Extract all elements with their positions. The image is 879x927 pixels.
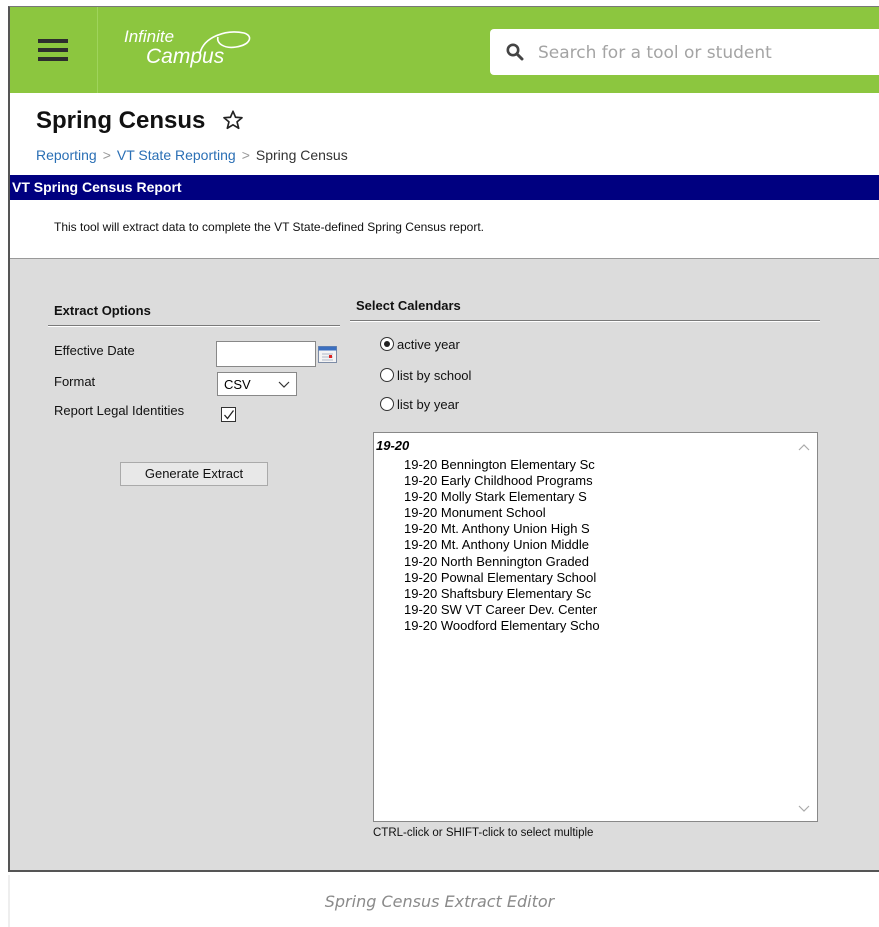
radio-list-by-year-label: list by year bbox=[397, 397, 460, 412]
page-header: Spring Census Reporting > VT State Reporti… bbox=[10, 93, 879, 175]
list-item[interactable]: 19-20 North Bennington Graded bbox=[404, 554, 600, 570]
breadcrumb-vt-state-reporting-link[interactable]: VT State Reporting bbox=[117, 147, 236, 163]
checkmark-icon bbox=[224, 410, 235, 420]
menu-icon-line bbox=[38, 57, 68, 61]
list-item[interactable]: 19-20 Monument School bbox=[404, 505, 600, 521]
page-title: Spring Census bbox=[36, 107, 206, 134]
description-panel: This tool will extract data to complete … bbox=[10, 200, 879, 259]
radio-button[interactable] bbox=[380, 368, 394, 382]
report-header-bar: VT Spring Census Report bbox=[10, 175, 879, 200]
breadcrumb-separator-icon: > bbox=[102, 147, 111, 163]
calendar-list: 19-20 Bennington Elementary Sc 19-20 Ear… bbox=[404, 457, 600, 634]
top-navigation-bar: Infinite Campus bbox=[10, 7, 879, 93]
app-window: Infinite Campus Spring Census Reporting >… bbox=[8, 6, 879, 872]
list-item[interactable]: 19-20 Molly Stark Elementary S bbox=[404, 489, 600, 505]
menu-icon-line bbox=[38, 48, 68, 52]
breadcrumb-separator-icon: > bbox=[241, 147, 250, 163]
effective-date-field[interactable] bbox=[216, 341, 316, 367]
radio-button[interactable] bbox=[380, 397, 394, 411]
list-item[interactable]: 19-20 Mt. Anthony Union Middle bbox=[404, 537, 600, 553]
search-icon bbox=[506, 43, 524, 61]
figure-caption: Spring Census Extract Editor bbox=[324, 892, 555, 911]
list-item[interactable]: 19-20 Shaftsbury Elementary Sc bbox=[404, 586, 600, 602]
breadcrumb-current: Spring Census bbox=[255, 147, 348, 163]
chevron-down-icon bbox=[278, 381, 290, 388]
list-item[interactable]: 19-20 Pownal Elementary School bbox=[404, 570, 600, 586]
scroll-up-icon[interactable] bbox=[798, 443, 810, 451]
select-calendars-heading: Select Calendars bbox=[356, 298, 461, 313]
search-input[interactable] bbox=[536, 37, 879, 69]
breadcrumb-reporting-link[interactable]: Reporting bbox=[36, 147, 97, 163]
radio-list-by-school-label: list by school bbox=[397, 368, 472, 383]
scroll-down-icon[interactable] bbox=[798, 805, 810, 813]
radio-button-selected[interactable] bbox=[380, 337, 394, 351]
effective-date-label: Effective Date bbox=[54, 343, 135, 358]
generate-extract-button[interactable]: Generate Extract bbox=[120, 462, 268, 486]
report-description: This tool will extract data to complete … bbox=[54, 220, 484, 234]
list-item[interactable]: 19-20 Woodford Elementary Scho bbox=[404, 618, 600, 634]
extract-options-divider bbox=[48, 325, 340, 327]
extract-options-heading: Extract Options bbox=[54, 303, 151, 318]
select-calendars-divider bbox=[350, 320, 820, 322]
hamburger-menu-button[interactable] bbox=[10, 7, 98, 93]
calendar-group-label: 19-20 bbox=[376, 438, 410, 453]
global-search-box[interactable] bbox=[490, 29, 879, 75]
multi-select-hint: CTRL-click or SHIFT-click to select mult… bbox=[373, 827, 594, 839]
logo-swoosh-icon bbox=[199, 31, 251, 54]
report-legal-identities-label: Report Legal Identities bbox=[54, 403, 185, 418]
list-item[interactable]: 19-20 Bennington Elementary Sc bbox=[404, 457, 600, 473]
format-selected-value: CSV bbox=[224, 377, 251, 392]
format-select[interactable]: CSV bbox=[217, 372, 297, 396]
favorite-star-icon[interactable] bbox=[222, 109, 244, 131]
breadcrumb: Reporting > VT State Reporting > Spring Cens… bbox=[36, 147, 348, 163]
list-item[interactable]: 19-20 SW VT Career Dev. Center bbox=[404, 602, 600, 618]
logo-text-top: Infinite bbox=[124, 27, 175, 46]
radio-active-year-label: active year bbox=[397, 337, 460, 352]
calendar-listbox[interactable]: 19-20 19-20 Bennington Elementary Sc 19-… bbox=[373, 432, 818, 822]
menu-icon bbox=[38, 39, 68, 43]
format-label: Format bbox=[54, 374, 96, 389]
list-item[interactable]: 19-20 Early Childhood Programs bbox=[404, 473, 600, 489]
infinite-campus-logo[interactable]: Infinite Campus bbox=[124, 27, 274, 75]
calendar-icon[interactable] bbox=[318, 346, 337, 363]
report-legal-identities-checkbox[interactable] bbox=[221, 407, 236, 422]
list-item[interactable]: 19-20 Mt. Anthony Union High S bbox=[404, 521, 600, 537]
